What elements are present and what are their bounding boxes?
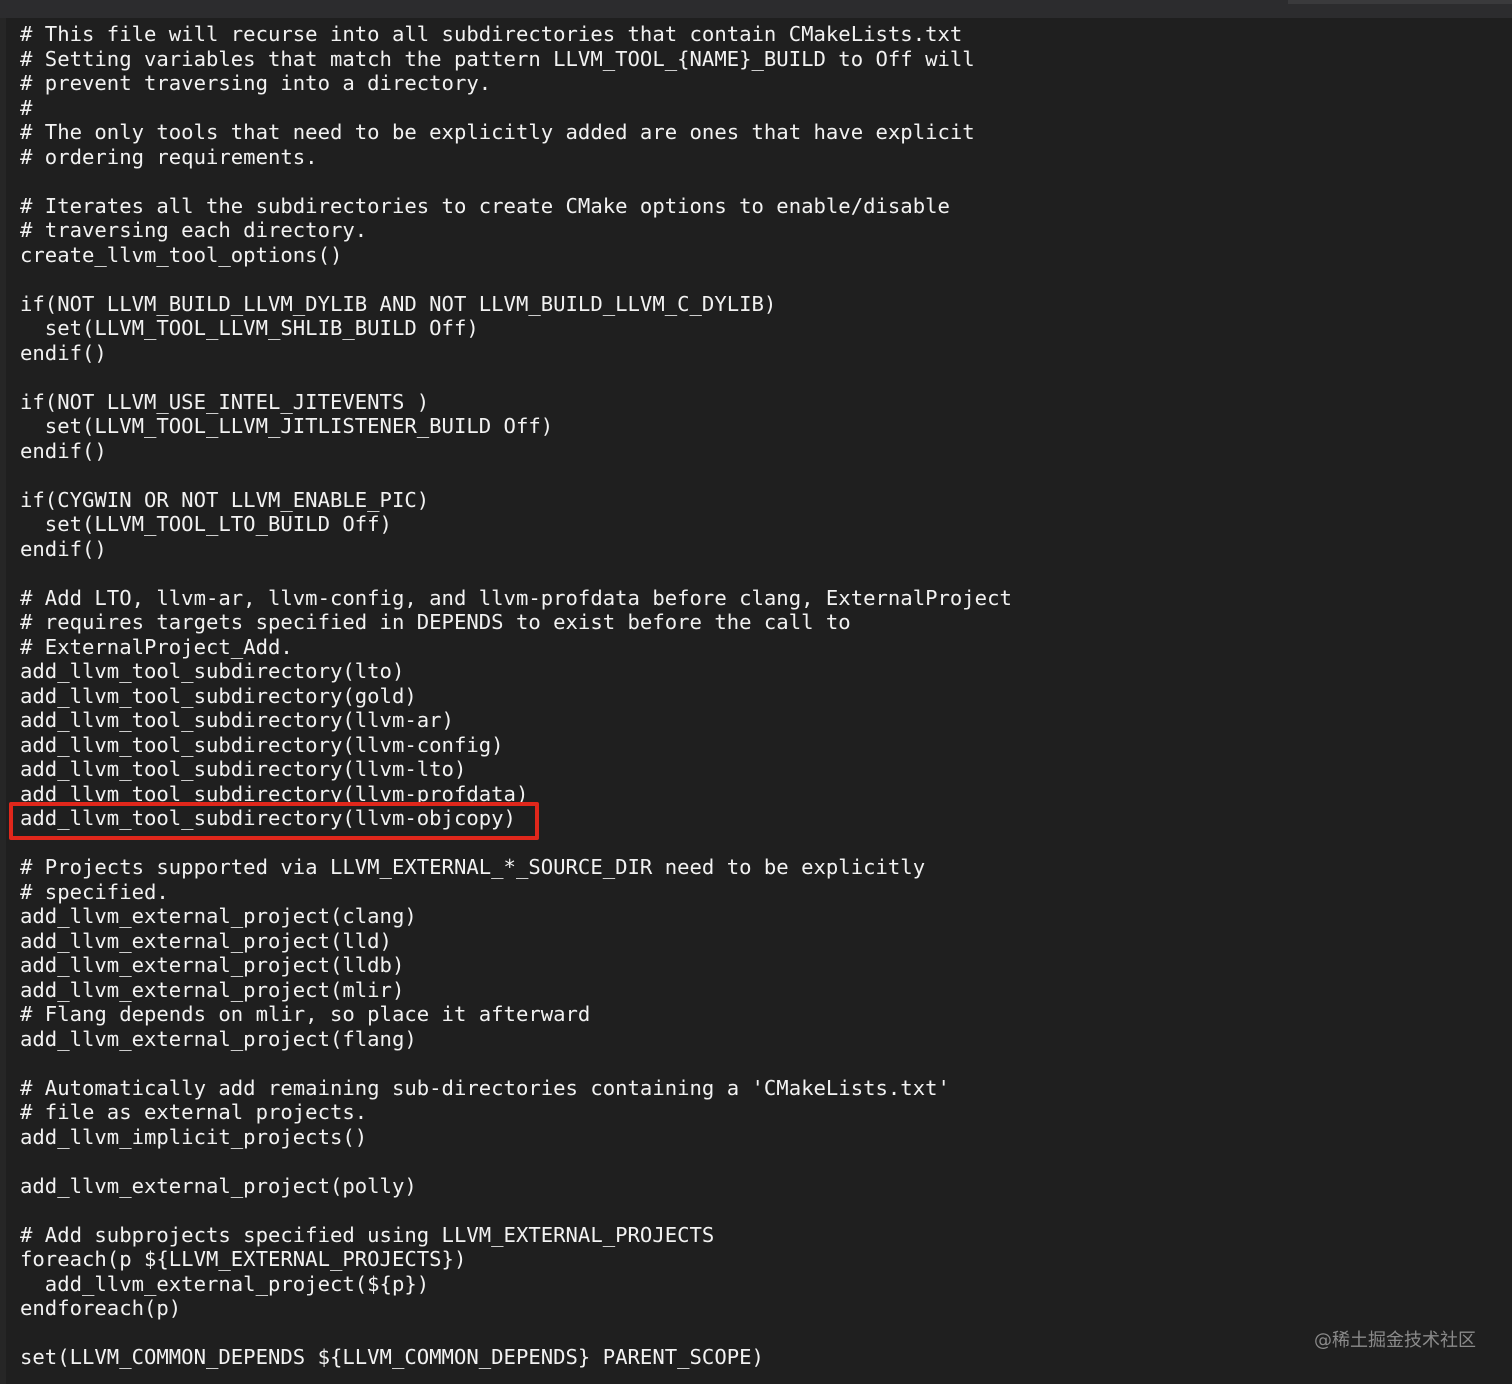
code-line: if(NOT LLVM_BUILD_LLVM_DYLIB AND NOT LLV… (20, 291, 777, 316)
watermark: @稀土掘金技术社区 (1314, 1330, 1476, 1351)
terminal-window: # This file will recurse into all subdir… (0, 0, 1512, 1384)
code-line: add_llvm_tool_subdirectory(llvm-ar) (20, 708, 454, 732)
code-line: # specified. (20, 879, 169, 904)
code-line: create_llvm_tool_options() (20, 242, 343, 267)
code-line: endif() (20, 536, 107, 561)
code-line: # requires targets specified in DEPENDS … (20, 610, 851, 634)
code-line: # Iterates all the subdirectories to cre… (20, 193, 950, 218)
code-content[interactable]: # This file will recurse into all subdir… (20, 22, 1012, 1370)
code-line: endforeach(p) (20, 1296, 182, 1320)
code-line: set(LLVM_TOOL_LLVM_JITLISTENER_BUILD Off… (20, 414, 554, 438)
code-line: add_llvm_external_project(polly) (20, 1173, 417, 1198)
code-line: add_llvm_external_project(lldb) (20, 953, 405, 977)
code-line: add_llvm_implicit_projects() (20, 1124, 368, 1149)
code-line: # traversing each directory. (20, 218, 368, 242)
code-line: # prevent traversing into a directory. (20, 71, 492, 95)
code-line: foreach(p ${LLVM_EXTERNAL_PROJECTS}) (20, 1247, 467, 1271)
window-top-bar (0, 0, 1512, 18)
code-line: add_llvm_external_project(clang) (20, 904, 417, 928)
code-line: endif() (20, 340, 107, 365)
code-line: if(CYGWIN OR NOT LLVM_ENABLE_PIC) (20, 487, 430, 512)
code-line: set(LLVM_COMMON_DEPENDS ${LLVM_COMMON_DE… (20, 1345, 764, 1369)
code-line: add_llvm_external_project(mlir) (20, 977, 405, 1002)
code-line: endif() (20, 438, 107, 463)
code-line: # The only tools that need to be explici… (20, 120, 975, 144)
code-line: set(LLVM_TOOL_LTO_BUILD Off) (20, 512, 392, 536)
code-line: # Automatically add remaining sub-direct… (20, 1075, 950, 1100)
code-line: # (20, 95, 33, 120)
code-line: # file as external projects. (20, 1100, 368, 1124)
code-line: add_llvm_external_project(lld) (20, 928, 392, 953)
code-line: # Projects supported via LLVM_EXTERNAL_*… (20, 855, 926, 879)
code-line: # Add subprojects specified using LLVM_E… (20, 1222, 715, 1247)
code-line: add_llvm_tool_subdirectory(gold) (20, 683, 417, 708)
highlight-box (9, 802, 539, 840)
code-line: set(LLVM_TOOL_LLVM_SHLIB_BUILD Off) (20, 316, 479, 340)
code-line: # This file will recurse into all subdir… (20, 22, 963, 46)
code-line: if(NOT LLVM_USE_INTEL_JITEVENTS ) (20, 389, 430, 414)
code-line: # Add LTO, llvm-ar, llvm-config, and llv… (20, 585, 1012, 610)
code-line: add_llvm_tool_subdirectory(llvm-config) (20, 732, 504, 757)
code-line: add_llvm_external_project(${p}) (20, 1271, 430, 1296)
window-left-edge (0, 18, 6, 1384)
code-line: # Flang depends on mlir, so place it aft… (20, 1002, 591, 1026)
code-line: # ExternalProject_Add. (20, 634, 293, 659)
code-line: # Setting variables that match the patte… (20, 46, 975, 71)
code-line: # ordering requirements. (20, 144, 318, 169)
code-line: add_llvm_tool_subdirectory(llvm-lto) (20, 757, 467, 781)
code-line: add_llvm_tool_subdirectory(lto) (20, 659, 405, 683)
code-line: add_llvm_external_project(flang) (20, 1026, 417, 1051)
window-top-bar-corner (1288, 0, 1512, 4)
